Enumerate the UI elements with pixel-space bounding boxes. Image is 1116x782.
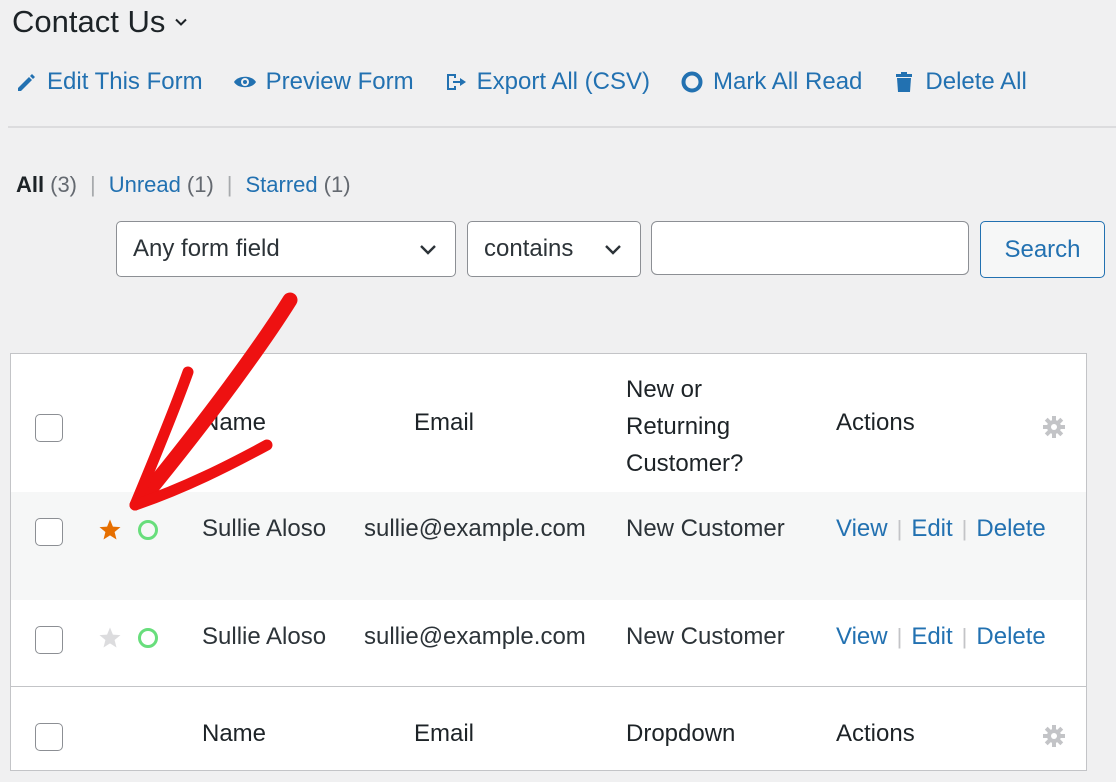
row-actions: View | Edit | Delete	[836, 623, 1046, 651]
edit-form-button[interactable]: Edit This Form	[14, 68, 203, 96]
read-status-icon[interactable]	[137, 627, 159, 649]
mark-all-read-label: Mark All Read	[713, 68, 863, 95]
row-actions: View | Edit | Delete	[836, 515, 1046, 543]
entries-table: Name Email New or Returning Customer? Ac…	[10, 353, 1087, 771]
action-separator: |	[961, 624, 968, 649]
action-separator: |	[896, 624, 903, 649]
table-row: Sullie Aloso sullie@example.com New Cust…	[11, 600, 1086, 687]
delete-all-label: Delete All	[925, 68, 1027, 95]
divider	[8, 126, 1116, 128]
edit-link[interactable]: Edit	[911, 515, 952, 543]
comparison-select-value: contains	[484, 235, 574, 262]
table-footer: Name Email Dropdown Actions	[11, 686, 1086, 770]
page-title: Contact Us	[12, 4, 166, 39]
column-header-customer-line: Customer?	[626, 450, 744, 477]
star-icon[interactable]	[98, 626, 122, 650]
column-header-customer-line: Returning	[626, 413, 731, 440]
row-checkbox[interactable]	[35, 518, 63, 546]
eye-icon	[233, 76, 256, 88]
export-all-button[interactable]: Export All (CSV)	[444, 68, 650, 96]
view-separator: |	[90, 172, 96, 197]
column-footer-email[interactable]: Email	[414, 720, 474, 748]
select-all-checkbox[interactable]	[35, 723, 63, 751]
column-footer-customer[interactable]: Dropdown	[626, 720, 735, 748]
entry-name: Sullie Aloso	[202, 623, 327, 650]
comparison-select[interactable]: contains	[467, 221, 641, 277]
form-title[interactable]: Contact Us	[12, 4, 189, 40]
form-field-select-value: Any form field	[133, 235, 280, 262]
view-link[interactable]: View	[836, 623, 888, 651]
edit-form-label: Edit This Form	[47, 68, 203, 95]
chevron-down-icon	[175, 18, 188, 26]
column-footer-name[interactable]: Name	[202, 720, 266, 748]
entry-view-filters: All (3) | Unread (1) | Starred (1)	[16, 172, 351, 198]
view-separator: |	[226, 172, 233, 197]
view-starred-link[interactable]: Starred	[246, 172, 318, 198]
delete-link[interactable]: Delete	[976, 515, 1045, 543]
view-unread-link[interactable]: Unread	[109, 172, 181, 198]
column-header-actions: Actions	[836, 409, 915, 436]
view-link[interactable]: View	[836, 515, 888, 543]
export-all-label: Export All (CSV)	[476, 68, 651, 95]
delete-all-button[interactable]: Delete All	[892, 68, 1027, 96]
form-field-select[interactable]: Any form field	[116, 221, 456, 277]
column-header-email[interactable]: Email	[414, 409, 474, 437]
table-row: Sullie Aloso sullie@example.com New Cust…	[11, 492, 1086, 600]
pencil-icon	[18, 74, 35, 91]
search-input[interactable]	[651, 221, 969, 275]
entry-customer: New Customer	[626, 515, 785, 542]
select-all-checkbox[interactable]	[35, 414, 63, 442]
read-status-icon[interactable]	[137, 519, 159, 541]
edit-link[interactable]: Edit	[911, 623, 952, 651]
star-icon[interactable]	[98, 518, 122, 542]
mark-all-read-button[interactable]: Mark All Read	[680, 68, 862, 96]
trash-icon	[896, 72, 913, 92]
export-icon	[446, 74, 466, 90]
delete-link[interactable]: Delete	[976, 623, 1045, 651]
circle-icon	[681, 71, 703, 93]
table-header: Name Email New or Returning Customer? Ac…	[11, 354, 1086, 493]
column-header-name[interactable]: Name	[202, 409, 266, 437]
entry-email: sullie@example.com	[364, 515, 586, 542]
action-separator: |	[961, 516, 968, 541]
chevron-down-icon	[605, 245, 621, 255]
action-separator: |	[896, 516, 903, 541]
column-header-customer-line: New or	[626, 376, 703, 403]
chevron-down-icon	[420, 245, 436, 255]
gear-icon[interactable]	[1042, 415, 1066, 439]
row-checkbox[interactable]	[35, 626, 63, 654]
column-footer-actions: Actions	[836, 720, 915, 747]
preview-form-label: Preview Form	[265, 68, 414, 95]
view-all-count: (3)	[50, 172, 78, 197]
gear-icon[interactable]	[1042, 724, 1066, 748]
view-all[interactable]: All	[16, 172, 44, 198]
preview-form-button[interactable]: Preview Form	[233, 68, 414, 96]
column-header-customer[interactable]: New or Returning Customer?	[626, 371, 743, 482]
search-button[interactable]: Search	[980, 221, 1105, 278]
entry-email: sullie@example.com	[364, 623, 586, 650]
entry-customer: New Customer	[626, 623, 785, 650]
view-starred-count: (1)	[323, 172, 351, 197]
entry-name: Sullie Aloso	[202, 515, 327, 542]
view-unread-count: (1)	[186, 172, 214, 197]
form-toolbar: Edit This Form Preview Form Export All (…	[14, 60, 1027, 104]
